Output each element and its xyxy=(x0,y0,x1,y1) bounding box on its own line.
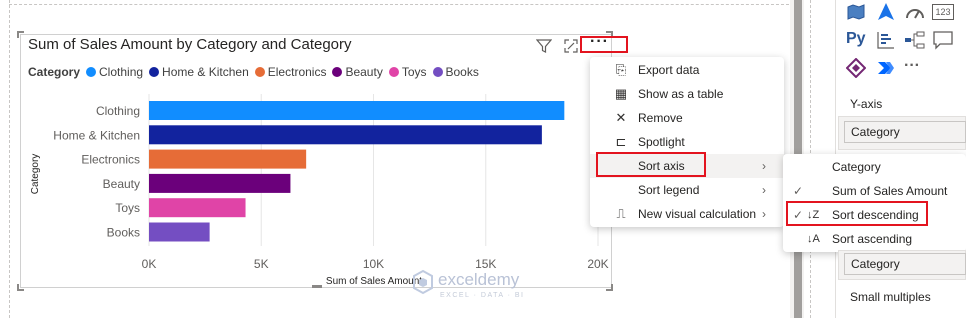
legend-dot xyxy=(149,67,160,77)
export-icon: ⎘ xyxy=(615,62,627,77)
filled-map-icon[interactable] xyxy=(846,3,866,21)
legend-title: Category xyxy=(28,65,81,79)
legend-label: Clothing xyxy=(99,65,144,79)
x-tick-label: 20K xyxy=(587,257,608,271)
legend-item-home-kitchen[interactable]: Home & Kitchen xyxy=(149,65,249,79)
bar[interactable] xyxy=(149,101,565,120)
menu-item-new-visual-calculation[interactable]: ⎍ New visual calculation › xyxy=(590,202,784,226)
y-tick-label: Home & Kitchen xyxy=(53,128,140,142)
power-automate-icon[interactable] xyxy=(876,58,896,78)
chart-legend: Category Clothing Home & Kitchen Electro… xyxy=(28,65,485,79)
bar[interactable] xyxy=(149,173,291,193)
x-tick-label: 5K xyxy=(254,257,269,271)
more-visuals-button[interactable]: ··· xyxy=(904,57,920,75)
x-tick-label: 0K xyxy=(142,257,157,271)
report-canvas: Sum of Sales Amount by Category and Cate… xyxy=(0,0,966,318)
sort-descending-highlight xyxy=(786,201,928,226)
y-tick-label: Clothing xyxy=(96,104,140,118)
decomposition-tree-icon[interactable] xyxy=(904,30,926,50)
sort-axis-highlight xyxy=(596,152,706,177)
table-icon: ▦ xyxy=(614,86,628,101)
bar[interactable] xyxy=(149,125,542,145)
visual-title: Sum of Sales Amount by Category and Cate… xyxy=(28,36,352,53)
y-tick-label: Toys xyxy=(115,201,140,215)
menu-item-label: Remove xyxy=(638,111,683,125)
legend-label: Books xyxy=(445,65,479,79)
submenu-item-sum-of-sales-amount[interactable]: ✓ Sum of Sales Amount xyxy=(783,179,966,203)
focus-mode-icon[interactable] xyxy=(563,38,579,54)
watermark-tagline: EXCEL · DATA · BI xyxy=(440,292,525,299)
y-axis-field[interactable]: Category xyxy=(844,121,966,143)
legend-dot xyxy=(432,67,443,77)
legend-item-clothing[interactable]: Clothing xyxy=(86,65,143,79)
legend-item-electronics[interactable]: Electronics xyxy=(254,65,327,79)
close-icon: ✕ xyxy=(615,110,627,125)
visual-context-menu: ⎘ Export data ▦ Show as a table ✕ Remove… xyxy=(590,57,784,227)
y-tick-label: Beauty xyxy=(103,177,140,191)
small-multiples-label: Small multiples xyxy=(850,290,931,304)
submenu-item-category[interactable]: Category xyxy=(783,155,966,179)
bar[interactable] xyxy=(149,149,307,169)
menu-item-label: Spotlight xyxy=(638,135,685,149)
menu-item-label: Show as a table xyxy=(638,87,724,101)
canvas-left-border xyxy=(9,0,10,318)
legend-label: Toys xyxy=(401,65,427,79)
chevron-right-icon: › xyxy=(762,207,766,221)
filter-icon[interactable] xyxy=(536,38,552,54)
bar[interactable] xyxy=(149,222,210,242)
submenu-item-label: Sum of Sales Amount xyxy=(832,184,948,198)
canvas-top-border xyxy=(9,4,789,5)
more-options-button[interactable]: ··· xyxy=(590,33,609,51)
qa-icon[interactable] xyxy=(932,30,954,50)
legend-label: Home & Kitchen xyxy=(162,65,249,79)
gauge-icon[interactable] xyxy=(904,4,926,20)
menu-item-show-as-table[interactable]: ▦ Show as a table xyxy=(590,82,784,106)
chevron-right-icon: › xyxy=(762,159,766,173)
legend-dot xyxy=(332,67,343,77)
legend-item-toys[interactable]: Toys xyxy=(388,65,427,79)
python-visual-icon[interactable]: Py xyxy=(846,30,866,48)
legend-dot xyxy=(388,67,399,77)
x-axis-title: Sum of Sales Amount xyxy=(326,276,422,286)
legend-dot xyxy=(254,67,265,77)
submenu-item-sort-ascending[interactable]: ↓A Sort ascending xyxy=(783,227,966,251)
spotlight-icon: ⊏ xyxy=(615,134,627,149)
exceldemy-watermark-logo: exceldemy EXCEL · DATA · BI xyxy=(413,269,525,299)
bar[interactable] xyxy=(149,198,246,218)
y-axis-title: Category xyxy=(30,154,41,195)
legend-item-books[interactable]: Books xyxy=(432,65,479,79)
calculation-icon: ⎍ xyxy=(616,206,626,221)
x-tick-label: 10K xyxy=(363,257,384,271)
watermark-name: exceldemy xyxy=(438,270,520,289)
bar-chart-plot: 0K 5K 10K 15K 20KClothingHome & KitchenElect… xyxy=(30,94,609,286)
menu-item-label: Sort legend xyxy=(638,183,700,197)
y-tick-label: Books xyxy=(107,226,140,240)
power-apps-icon[interactable] xyxy=(846,58,866,78)
legend-item-beauty[interactable]: Beauty xyxy=(332,65,383,79)
check-icon: ✓ xyxy=(793,184,804,198)
key-influencers-icon[interactable] xyxy=(876,30,896,50)
menu-item-label: New visual calculation xyxy=(638,207,757,221)
resize-handle-top-left[interactable] xyxy=(17,31,24,38)
legend-label: Beauty xyxy=(345,65,383,79)
y-tick-label: Electronics xyxy=(81,153,140,167)
y-axis-label: Y-axis xyxy=(850,97,883,111)
menu-item-remove[interactable]: ✕ Remove xyxy=(590,106,784,130)
legend-label: Electronics xyxy=(267,65,327,79)
legend-dot xyxy=(86,67,97,77)
menu-item-spotlight[interactable]: ⊏ Spotlight xyxy=(590,130,784,154)
sort-ascending-icon: ↓A xyxy=(807,233,820,245)
card-123-icon[interactable]: 123 xyxy=(932,4,954,20)
menu-item-sort-legend[interactable]: Sort legend › xyxy=(590,178,784,202)
legend-field[interactable]: Category xyxy=(844,253,966,275)
submenu-item-label: Category xyxy=(832,160,881,174)
menu-item-label: Export data xyxy=(638,63,700,77)
menu-item-export-data[interactable]: ⎘ Export data xyxy=(590,58,784,82)
azure-map-icon[interactable] xyxy=(876,2,896,22)
chevron-right-icon: › xyxy=(762,183,766,197)
submenu-item-label: Sort ascending xyxy=(832,232,913,246)
